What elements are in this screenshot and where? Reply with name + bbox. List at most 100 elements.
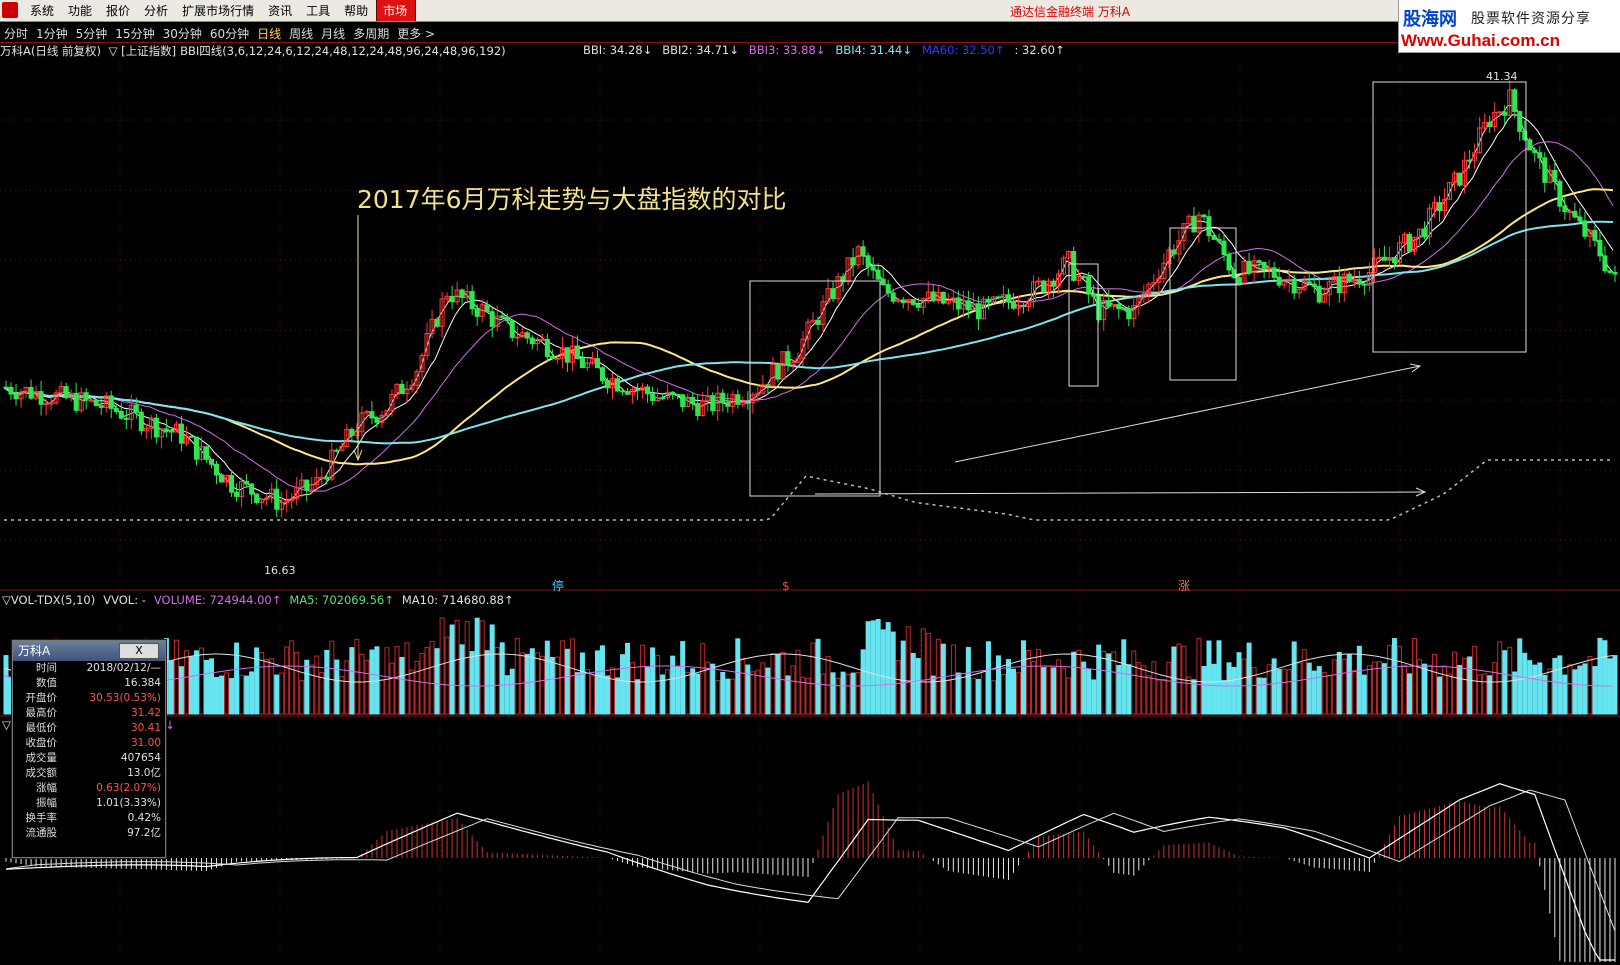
volume-bar (1391, 638, 1397, 715)
volume-bar (1567, 664, 1573, 715)
candle-body (1106, 299, 1112, 307)
info-key: 成交额 (25, 767, 58, 779)
volume-bar (715, 679, 721, 715)
info-value: 31.42 (130, 707, 161, 719)
volume-bar (1071, 651, 1077, 715)
volume-bar (915, 658, 921, 715)
info-key: 换手率 (25, 812, 58, 824)
volume-bar (203, 659, 209, 715)
volume-bar (1091, 679, 1097, 715)
volume-bar (1547, 668, 1553, 715)
candle-body (1306, 281, 1312, 285)
candle-body (1221, 240, 1227, 256)
volume-bar (294, 651, 300, 715)
candle-body (1256, 260, 1262, 263)
info-rows: 时间 2018/02/12/— 数值 16.384 开盘价 30.53(0.53%) 最高价… (13, 661, 165, 841)
volume-bar (244, 675, 250, 715)
brand-name: 股海网 (1403, 9, 1457, 30)
volume-bar (1021, 640, 1027, 715)
candle-body (1051, 280, 1057, 287)
volume-bar (1146, 675, 1152, 715)
info-key: 数值 (36, 677, 57, 689)
volume-bar (845, 673, 851, 715)
candle-body (1422, 228, 1428, 238)
volume-bar (424, 647, 430, 715)
candle-body (865, 255, 871, 268)
volume-bar (1437, 676, 1443, 715)
candle-body (178, 423, 184, 444)
volume-bar (168, 660, 174, 715)
info-panel-close-button[interactable]: X (119, 643, 159, 659)
volume-bar (1527, 660, 1533, 715)
candle-body (434, 318, 440, 327)
candle-body (459, 289, 465, 298)
candle-body (564, 347, 570, 363)
volume-bar (429, 640, 435, 715)
volume-bar (1201, 666, 1207, 715)
volume-bar (1206, 640, 1212, 715)
candle-body (123, 417, 129, 420)
volume-bar (594, 650, 600, 715)
candle-body (229, 475, 235, 493)
info-value: 30.53(0.53%) (89, 692, 161, 704)
candle-body (1316, 285, 1322, 303)
info-row: 涨幅 0.63(2.07%) (13, 781, 165, 796)
volume-bar (539, 655, 545, 715)
info-panel: 万科A X 时间 2018/02/12/— 数值 16.384 开盘价 30.53(0.53… (12, 640, 166, 858)
volume-bar (1597, 637, 1603, 715)
volume-bar (1191, 679, 1197, 715)
volume-bar (549, 657, 555, 715)
candle-body (3, 386, 9, 389)
candle-body (1572, 210, 1578, 218)
volume-bar (454, 619, 460, 715)
info-row: 成交量 407654 (13, 751, 165, 766)
volume-bar (745, 664, 751, 715)
candle-body (83, 392, 89, 401)
candle-body (1582, 220, 1588, 237)
brand-watermark: 股海网 股票软件资源分享 Www.Guhai.com.cn (1398, 0, 1620, 53)
volume-bar (178, 666, 184, 715)
candle-body (765, 384, 771, 387)
candle-body (735, 394, 741, 405)
info-panel-title[interactable]: 万科A X (13, 641, 165, 661)
volume-bar (1442, 665, 1448, 715)
candle-body (1206, 216, 1212, 237)
volume-bar (1351, 669, 1357, 715)
candle-body (88, 399, 94, 402)
candle-body (219, 474, 225, 483)
ma-line (3, 104, 1614, 505)
volume-bar (1552, 657, 1558, 715)
candle-body (133, 404, 139, 413)
volume-bar (1086, 669, 1092, 715)
volume-bar (188, 656, 194, 715)
candle-body (695, 403, 701, 417)
macd-dea (5, 789, 1616, 932)
candle-body (469, 291, 475, 310)
volume-bar (670, 655, 676, 715)
candle-body (544, 338, 550, 357)
volume-bar (850, 672, 856, 715)
volume-bar (1026, 650, 1032, 715)
volume-bar (3, 655, 9, 715)
volume-bar (635, 679, 641, 715)
candle-body (1517, 111, 1523, 132)
kline-chart[interactable] (0, 0, 1620, 965)
volume-bar (574, 672, 580, 715)
volume-bar (1261, 677, 1267, 715)
volume-bar (665, 669, 671, 715)
volume-bar (434, 648, 440, 715)
volume-bar (1336, 651, 1342, 715)
candle-body (1271, 267, 1277, 278)
candle-body (830, 288, 836, 300)
candle-body (73, 392, 79, 411)
candle-body (1096, 295, 1102, 321)
volume-bar (384, 647, 390, 715)
volume-bar (865, 621, 871, 715)
candle-body (1527, 139, 1533, 151)
volume-bar (750, 671, 756, 715)
volume-bar (459, 644, 465, 715)
candle-body (900, 299, 906, 304)
volume-bar (1557, 655, 1563, 715)
volume-bar (695, 673, 701, 715)
volume-bar (1482, 673, 1488, 715)
